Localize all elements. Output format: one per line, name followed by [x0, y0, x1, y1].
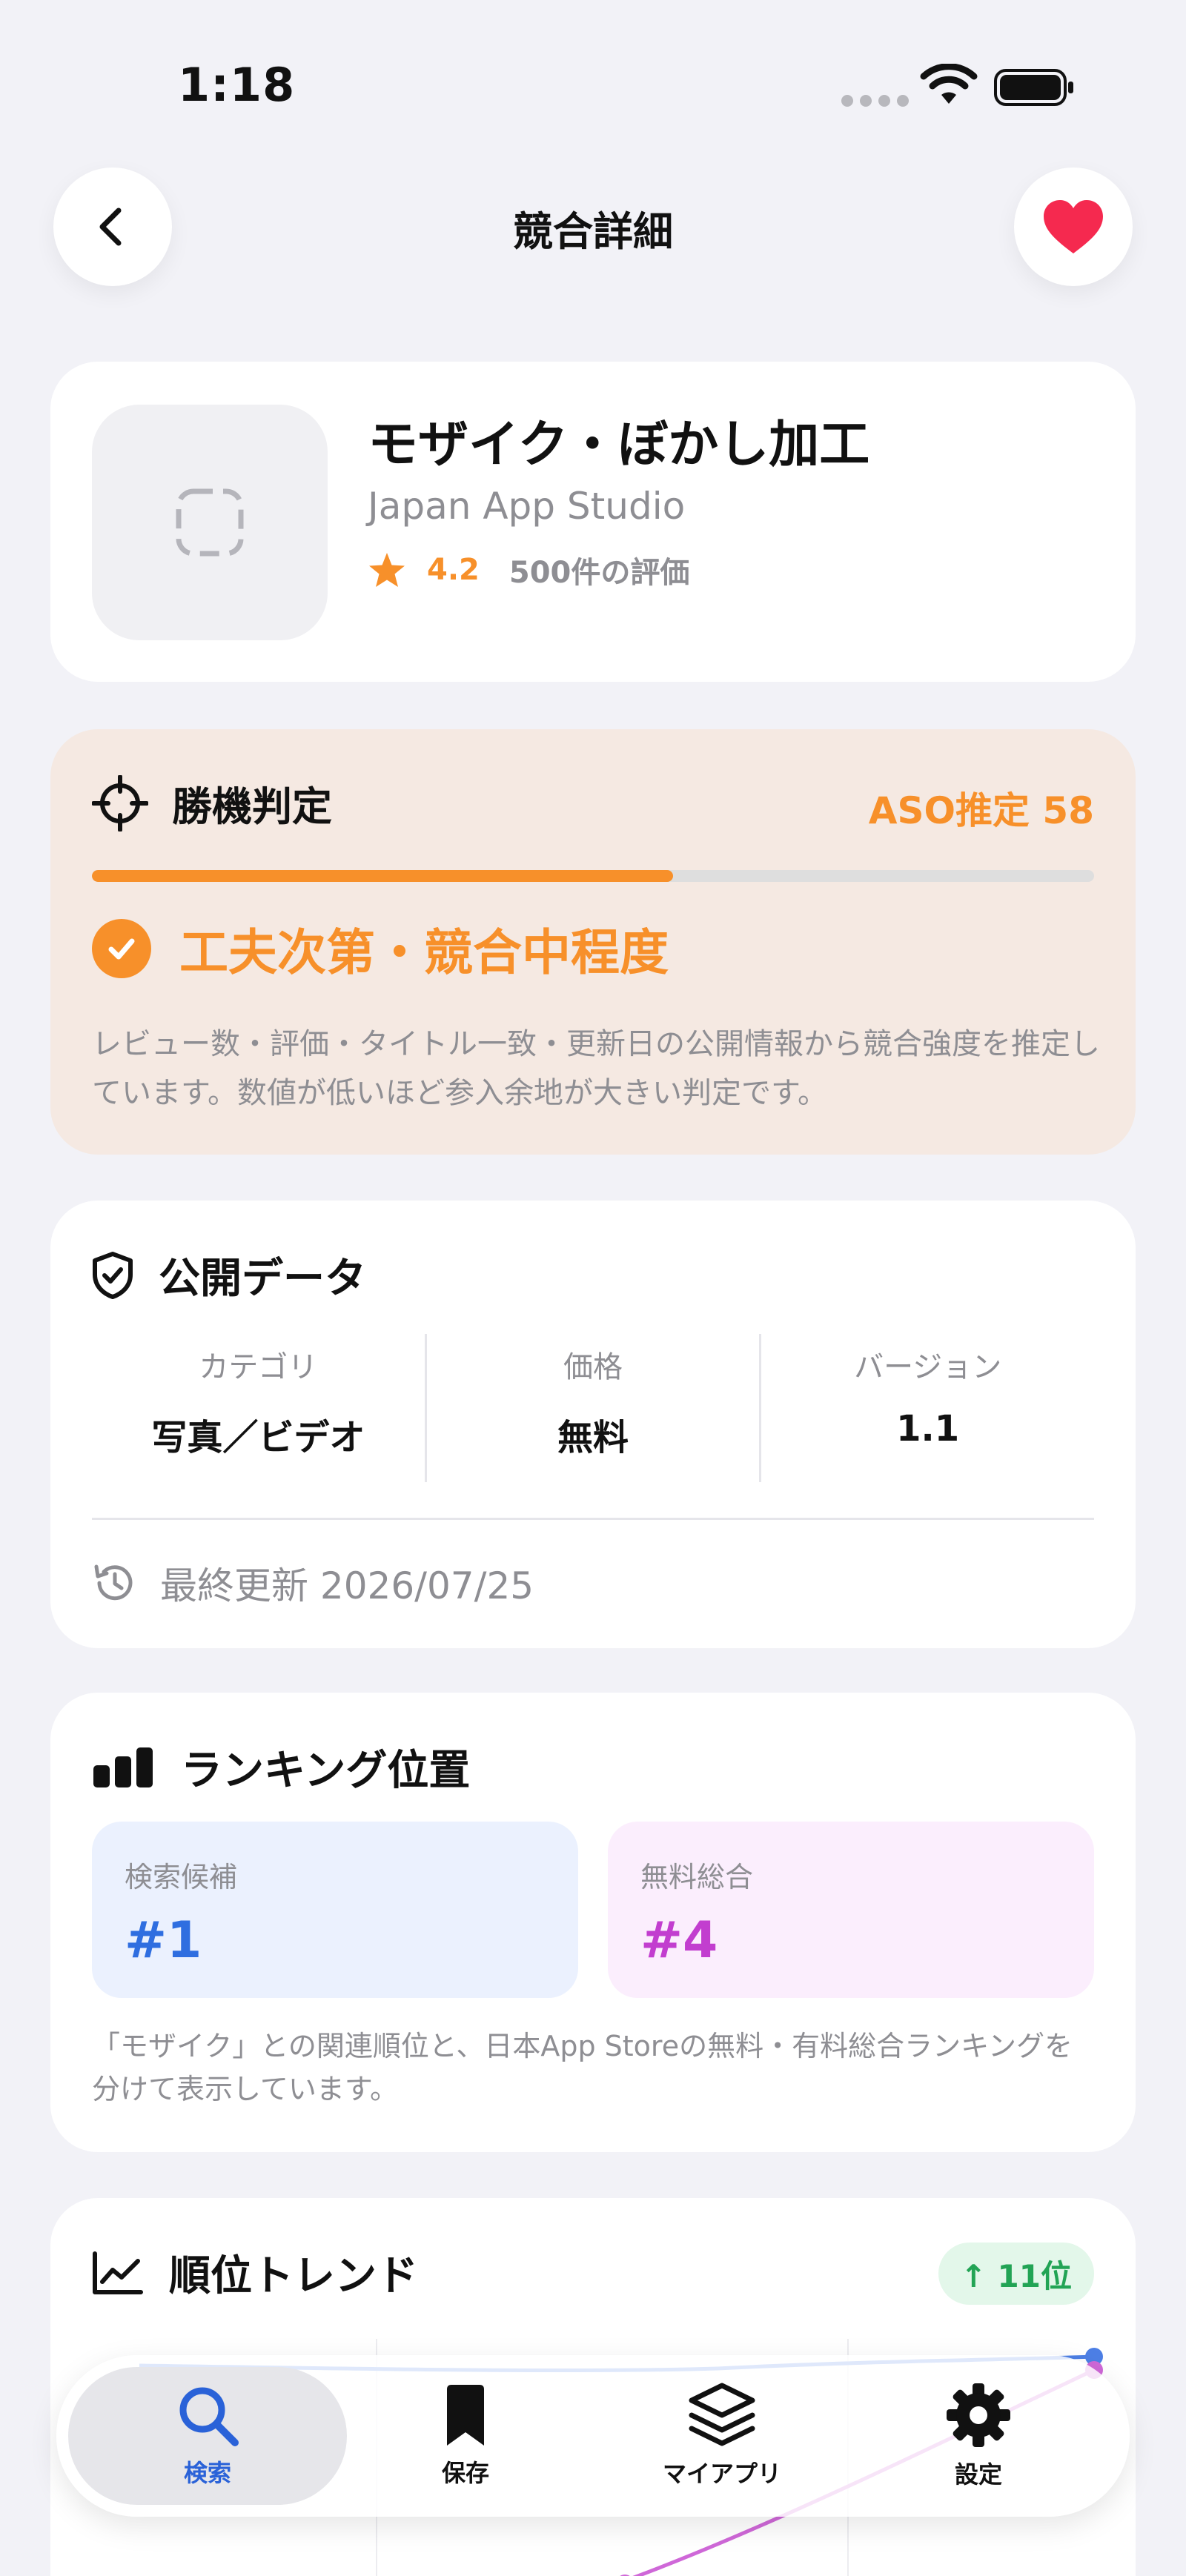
public-data-header: 公開データ: [92, 1245, 366, 1305]
trend-header: 順位トレンド: [92, 2243, 418, 2303]
wifi-icon: [920, 64, 978, 104]
verdict-text: 工夫次第・競合中程度: [179, 924, 669, 981]
public-data-title: 公開データ: [159, 1255, 366, 1303]
rank-value: #1: [125, 1911, 202, 1970]
tab-my-apps[interactable]: マイアプリ: [583, 2367, 861, 2505]
bookmark-icon: [447, 2385, 484, 2446]
judgement-header: 勝機判定: [92, 774, 332, 832]
rank-label: 検索候補: [125, 1861, 238, 1893]
last-updated: 最終更新 2026/07/25: [92, 1556, 534, 1610]
rank-value: #4: [640, 1911, 718, 1970]
data-column-category: カテゴリ 写真／ビデオ: [92, 1334, 425, 1482]
history-icon: [94, 1564, 133, 1601]
aso-progress-fill: [92, 870, 674, 882]
layers-icon: [689, 2383, 755, 2446]
public-data-card: 公開データ カテゴリ 写真／ビデオ 価格 無料 バージョン 1.1 最終更新 2…: [50, 1201, 1136, 1648]
data-label: カテゴリ: [199, 1350, 318, 1384]
judgement-description: レビュー数・評価・タイトル一致・更新日の公開情報から競合強度を推定しています。数…: [92, 1027, 1100, 1110]
rating-count: 500件の評価: [508, 556, 690, 590]
rank-label: 無料総合: [640, 1861, 754, 1893]
star-icon: [369, 553, 405, 587]
search-icon: [179, 2387, 239, 2446]
free-overall-rank-box[interactable]: 無料総合 #4: [608, 1822, 1094, 1998]
app-name: モザイク・ぼかし加工: [368, 416, 870, 474]
check-circle-icon: [92, 919, 151, 978]
rating-value: 4.2: [427, 553, 480, 587]
tab-label: マイアプリ: [662, 2460, 781, 2488]
bar-chart-icon: [93, 1747, 153, 1787]
data-value: 無料: [557, 1417, 629, 1458]
crosshair-icon: [92, 774, 148, 831]
trend-change-badge: ↑ 11位: [938, 2243, 1094, 2305]
aso-progress-bar: [92, 870, 1094, 882]
ranking-title: ランキング位置: [181, 1747, 471, 1795]
tab-label: 設定: [954, 2460, 1002, 2489]
public-data-columns: カテゴリ 写真／ビデオ 価格 無料 バージョン 1.1: [92, 1334, 1094, 1482]
data-value: 1.1: [896, 1408, 960, 1450]
ranking-card: ランキング位置 検索候補 #1 無料総合 #4 「モザイク」との関連順位と、日本…: [50, 1693, 1136, 2152]
tab-label: 検索: [183, 2459, 231, 2487]
data-column-version: バージョン 1.1: [759, 1334, 1094, 1482]
ranking-description: 「モザイク」との関連順位と、日本App Storeの無料・有料総合ランキングを分…: [92, 2030, 1073, 2105]
app-developer: Japan App Studio: [368, 485, 686, 528]
app-header-card[interactable]: モザイク・ぼかし加工 Japan App Studio 4.2 500件の評価: [50, 362, 1136, 682]
signal-dots-icon: [841, 95, 909, 107]
verdict: 工夫次第・競合中程度: [92, 913, 669, 984]
app-rating: 4.2 500件の評価: [368, 548, 689, 591]
tab-label: 保存: [441, 2459, 489, 2487]
data-label: バージョン: [854, 1350, 1002, 1384]
tab-saved[interactable]: 保存: [326, 2367, 605, 2505]
app-icon-placeholder: [92, 405, 328, 640]
gear-icon: [947, 2383, 1010, 2447]
aso-score: ASO推定 58: [868, 789, 1094, 832]
tab-search[interactable]: 検索: [68, 2367, 347, 2505]
dashed-square-icon: [176, 488, 244, 557]
divider: [92, 1518, 1094, 1520]
status-time: 1:18: [178, 58, 296, 112]
page-title: 競合詳細: [513, 208, 673, 255]
tab-bar: 検索 保存 マイアプリ 設定: [56, 2355, 1130, 2517]
trend-title: 順位トレンド: [169, 2252, 418, 2300]
tab-settings[interactable]: 設定: [839, 2367, 1118, 2505]
data-value: 写真／ビデオ: [151, 1417, 365, 1458]
data-column-price: 価格 無料: [424, 1334, 760, 1482]
heart-icon: [1044, 200, 1103, 253]
battery-icon: [994, 69, 1073, 106]
search-rank-box[interactable]: 検索候補 #1: [92, 1822, 578, 1998]
shield-check-icon: [93, 1251, 133, 1299]
favorite-button[interactable]: [1014, 167, 1133, 286]
line-chart-icon: [93, 2251, 143, 2294]
data-label: 価格: [563, 1350, 623, 1384]
ranking-header: ランキング位置: [92, 1737, 470, 1797]
judgement-card: 勝機判定 ASO推定 58 工夫次第・競合中程度 レビュー数・評価・タイトル一致…: [50, 729, 1136, 1155]
judgement-title: 勝機判定: [172, 783, 332, 830]
last-updated-text: 最終更新 2026/07/25: [160, 1564, 534, 1607]
